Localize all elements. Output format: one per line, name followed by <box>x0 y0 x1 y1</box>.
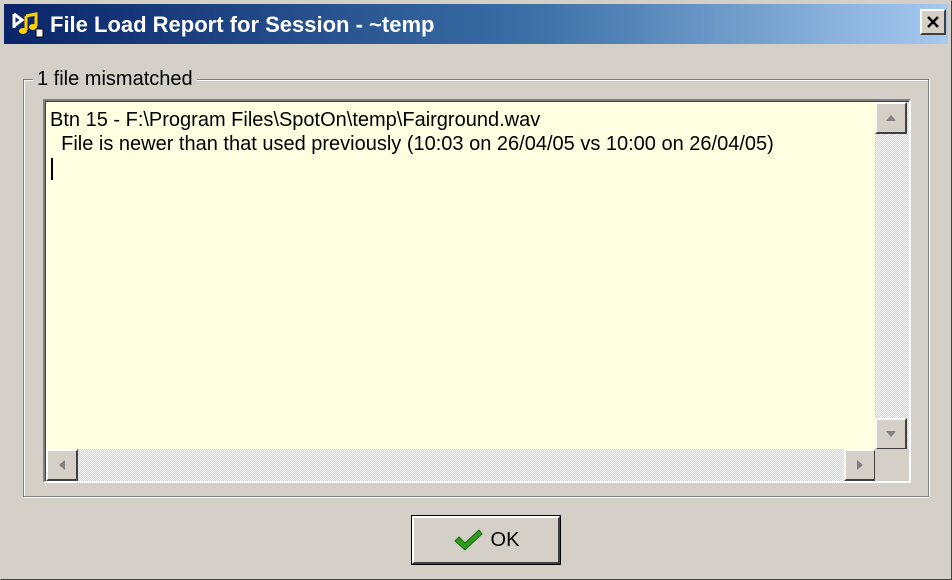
scroll-right-button[interactable] <box>844 449 876 481</box>
group-label: 1 file mismatched <box>33 67 197 91</box>
scroll-left-button[interactable] <box>46 449 78 481</box>
green-checkmark-icon <box>453 529 483 551</box>
report-memo[interactable]: Btn 15 - F:\Program Files\SpotOn\temp\Fa… <box>43 99 911 483</box>
window-title: File Load Report for Session - ~temp <box>50 12 435 37</box>
music-note-app-icon <box>10 12 44 38</box>
arrow-right-icon <box>857 460 863 470</box>
scroll-down-button[interactable] <box>875 418 907 450</box>
dialog-window: File Load Report for Session - ~temp 1 f… <box>0 0 952 580</box>
arrow-up-icon <box>886 115 896 121</box>
report-line: Btn 15 - F:\Program Files\SpotOn\temp\Fa… <box>50 109 541 131</box>
ok-button[interactable]: OK <box>411 515 561 565</box>
arrow-down-icon <box>886 431 896 437</box>
close-button[interactable] <box>920 9 946 35</box>
ok-button-label: OK <box>490 529 520 551</box>
report-text: Btn 15 - F:\Program Files\SpotOn\temp\Fa… <box>50 108 774 156</box>
vertical-scrollbar[interactable] <box>875 102 909 450</box>
horizontal-scrollbar[interactable] <box>46 449 876 481</box>
report-line: File is newer than that used previously … <box>50 133 774 155</box>
arrow-left-icon <box>59 460 65 470</box>
scroll-up-button[interactable] <box>875 102 907 134</box>
text-caret <box>51 158 53 180</box>
scrollbar-corner <box>875 449 909 481</box>
close-icon <box>927 16 939 28</box>
title-bar[interactable]: File Load Report for Session - ~temp <box>4 4 948 44</box>
